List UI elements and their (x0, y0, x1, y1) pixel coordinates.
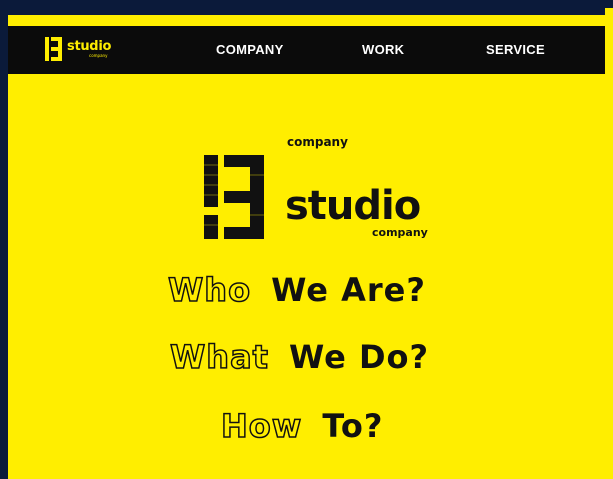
headline-solid-words: We Are? (271, 271, 426, 309)
headline-what-we-do: What We Do? (169, 338, 430, 376)
headline-outline-word: What (169, 338, 269, 376)
headline-outline-word: Who (167, 271, 252, 309)
hero-sub-text: company (372, 226, 428, 239)
hero-top-text: company (287, 135, 348, 149)
page-frame (8, 8, 613, 479)
nav-logo-word: studio (67, 39, 112, 54)
nav-item-company[interactable]: COMPANY (216, 42, 284, 57)
headline-outline-word: How (220, 407, 303, 445)
nav-item-work[interactable]: WORK (362, 42, 404, 57)
hero-word: studio (285, 183, 421, 229)
headline-who-we-are: Who We Are? (167, 271, 426, 309)
nav-logo-sub: company (89, 53, 108, 58)
headline-how-to: How To? (220, 407, 384, 445)
b-block-logo-icon (204, 155, 270, 243)
nav-logo[interactable]: studio company (45, 36, 111, 62)
nav-item-service[interactable]: SERVICE (486, 42, 545, 57)
top-nav: studio company COMPANY WORK SERVICE (8, 26, 605, 74)
b-logo-icon (45, 37, 63, 61)
page-top-edge (8, 8, 605, 15)
headline-solid-words: We Do? (288, 338, 430, 376)
headline-solid-words: To? (322, 407, 384, 445)
